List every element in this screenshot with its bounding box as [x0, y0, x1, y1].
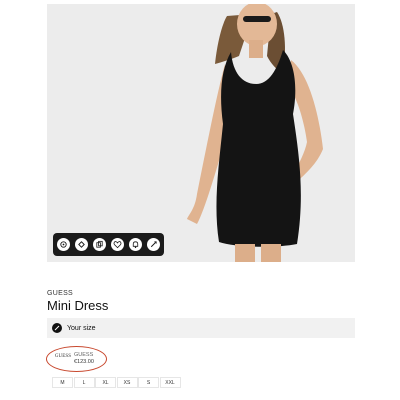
your-size-label: Your size — [67, 324, 96, 332]
share-icon[interactable] — [57, 238, 71, 251]
your-size-button[interactable]: Your size — [47, 318, 355, 338]
bell-icon[interactable] — [128, 238, 142, 251]
heart-icon[interactable] — [110, 238, 124, 251]
size-option[interactable]: S — [138, 377, 159, 388]
model-illustration — [47, 4, 355, 262]
size-option[interactable]: XL — [95, 377, 116, 388]
size-selector: M L XL XS S XXL — [52, 377, 181, 388]
ruler-icon — [52, 323, 62, 333]
highlight-annotation — [46, 346, 107, 372]
product-brand[interactable]: GUESS — [47, 290, 73, 297]
compare-icon[interactable] — [75, 238, 89, 251]
product-title: Mini Dress — [47, 298, 109, 313]
image-toolbar — [53, 233, 164, 256]
size-option[interactable]: M — [52, 377, 73, 388]
product-image[interactable] — [47, 4, 355, 262]
size-option[interactable]: XXL — [159, 377, 181, 388]
link-icon[interactable] — [146, 238, 160, 251]
copy-icon[interactable] — [93, 238, 107, 251]
size-option[interactable]: L — [73, 377, 95, 388]
size-option[interactable]: XS — [116, 377, 138, 388]
